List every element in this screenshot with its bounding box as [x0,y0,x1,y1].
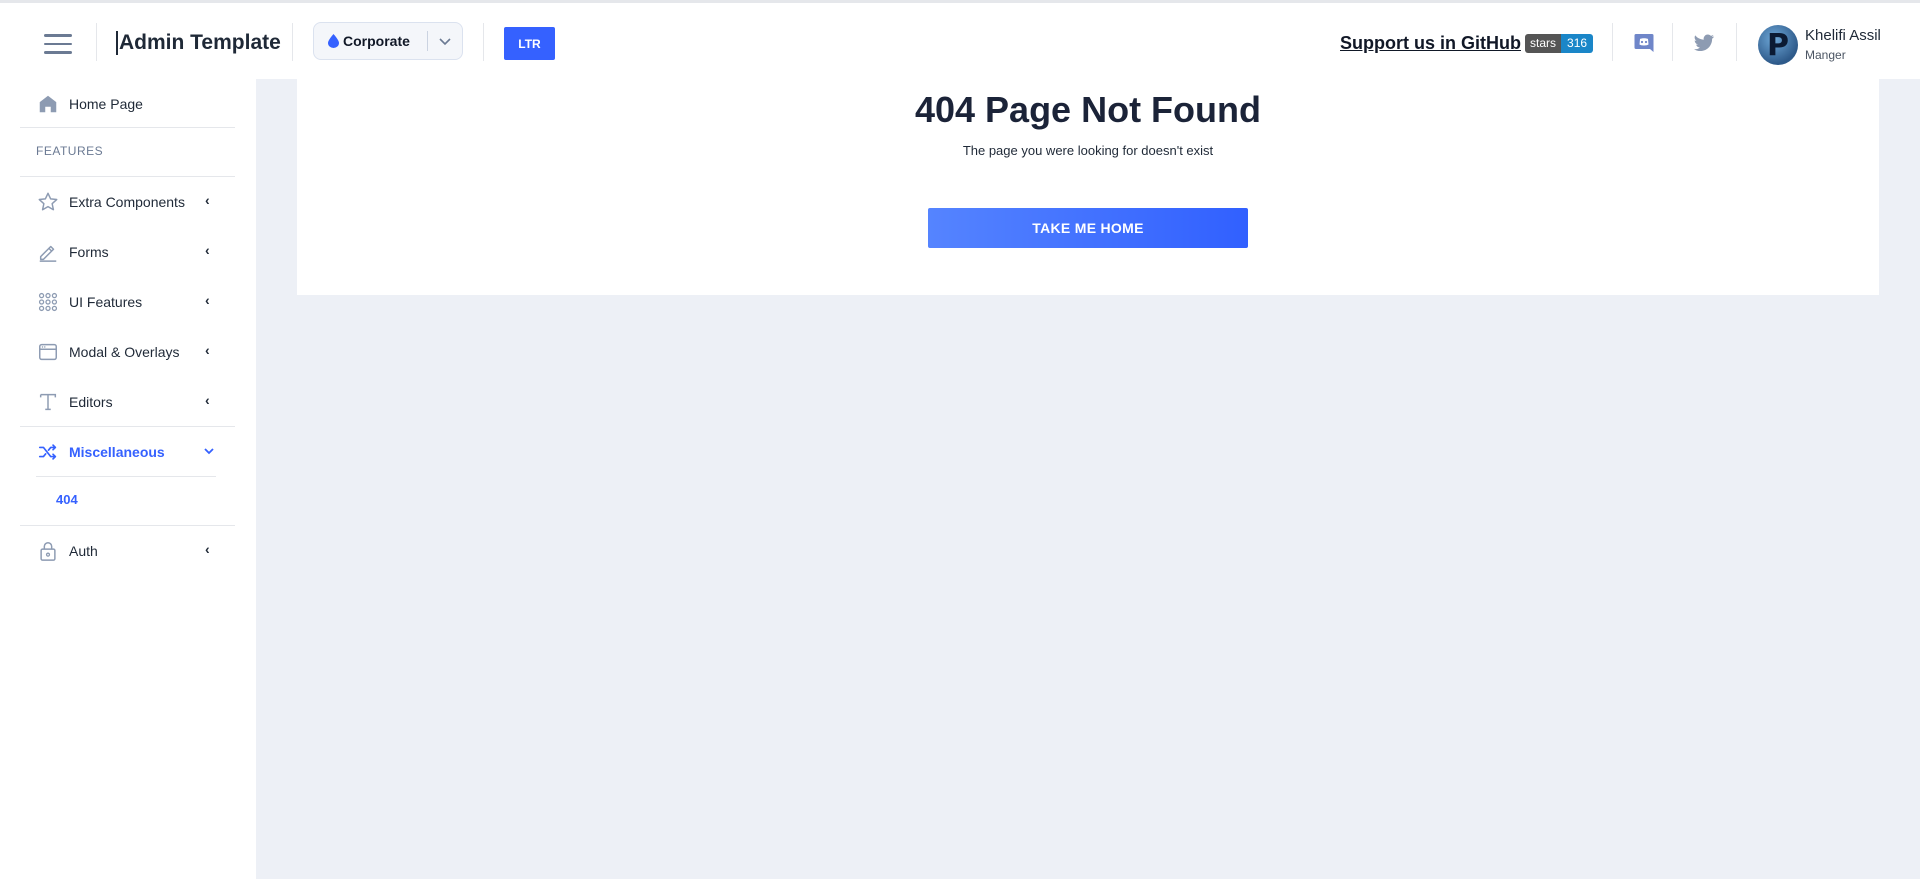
sidebar-item-label: Home Page [69,96,143,112]
sidebar-subitem-404[interactable]: 404 [56,492,78,507]
header-divider [1736,23,1737,61]
droplet-icon [328,34,339,48]
stars-count: 316 [1561,34,1594,53]
sidebar-item-miscellaneous[interactable]: Miscellaneous [20,427,235,477]
github-stars-badge[interactable]: stars 316 [1525,34,1594,53]
select-separator [427,31,428,51]
chevron-left-icon: ‹ [205,242,210,258]
theme-select[interactable]: Corporate [313,22,463,60]
sidebar-item-label: Auth [69,543,98,559]
sidebar-divider [20,127,235,128]
window-icon [39,343,57,361]
chevron-left-icon: ‹ [205,392,210,408]
sidebar-item-label: Modal & Overlays [69,344,180,360]
pencil-icon [39,245,57,262]
chevron-left-icon: ‹ [205,342,210,358]
brand-title: Admin Template [116,31,281,55]
sidebar-item-extra-components[interactable]: Extra Components ‹ [20,177,235,227]
top-navbar: Admin Template Corporate LTR Support us … [0,3,1920,79]
chevron-left-icon: ‹ [205,292,210,308]
twitter-icon[interactable] [1692,31,1716,55]
sidebar-divider [36,476,216,477]
sidebar-item-label: UI Features [69,294,143,310]
sidebar-item-home[interactable]: Home Page [20,79,235,129]
discord-icon[interactable] [1632,31,1656,55]
chevron-down-icon [439,38,451,46]
stars-label: stars [1525,34,1562,53]
grid-dots-icon [38,292,58,312]
shuffle-icon [38,444,57,460]
menu-toggle-button[interactable] [40,27,74,61]
user-role: Manger [1805,48,1846,62]
page-subtitle: The page you were looking for doesn't ex… [962,143,1214,158]
header-divider [292,23,293,61]
page-title: 404 Page Not Found [914,89,1262,130]
hamburger-line [44,34,72,37]
sidebar-section-title: FEATURES [36,144,104,158]
header-divider [483,23,484,61]
direction-toggle-button[interactable]: LTR [504,27,555,60]
text-t-icon [39,393,57,411]
github-support-link[interactable]: Support us in GitHub [1340,33,1521,54]
sidebar-item-modal-overlays[interactable]: Modal & Overlays ‹ [20,327,235,377]
lock-icon [40,542,56,561]
sidebar-item-editors[interactable]: Editors ‹ [20,377,235,427]
sidebar-item-label: Miscellaneous [69,444,165,460]
header-divider [1672,23,1673,61]
chevron-down-icon [204,448,214,455]
avatar[interactable]: P [1758,25,1798,65]
header-divider [96,23,97,61]
sidebar-item-label: Forms [69,244,109,260]
page-bottom [0,879,1920,895]
user-name: Khelifi Assil [1805,27,1881,44]
sidebar-item-label: Extra Components [69,194,185,210]
home-icon [39,95,57,113]
chevron-left-icon: ‹ [205,541,210,557]
take-me-home-button[interactable]: TAKE ME HOME [928,208,1248,248]
sidebar-item-forms[interactable]: Forms ‹ [20,227,235,277]
header-divider [1612,23,1613,61]
sidebar-item-label: Editors [69,394,113,410]
hamburger-line [44,42,72,46]
theme-select-value: Corporate [343,33,410,49]
chevron-left-icon: ‹ [205,192,210,208]
hamburger-line [44,51,72,54]
sidebar-item-auth[interactable]: Auth ‹ [20,526,235,576]
error-card: 404 Page Not Found The page you were loo… [297,79,1879,295]
star-icon [38,192,58,211]
sidebar-item-ui-features[interactable]: UI Features ‹ [20,277,235,327]
main-content: 404 Page Not Found The page you were loo… [256,79,1920,879]
